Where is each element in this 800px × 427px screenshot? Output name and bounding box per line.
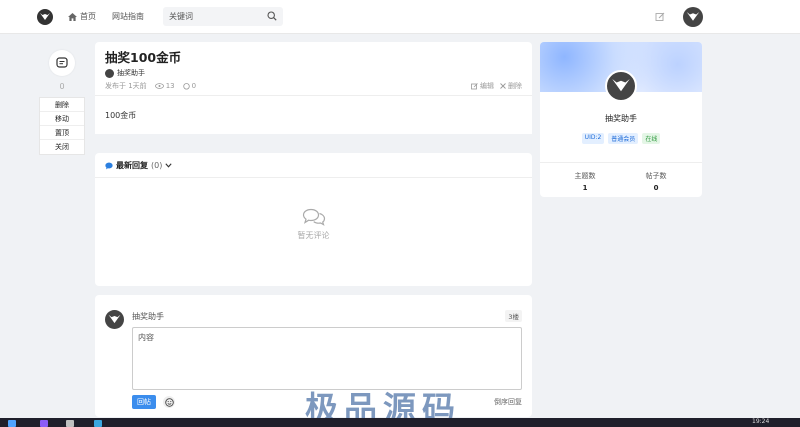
post-content: 100金币 xyxy=(95,95,532,134)
uid-badge: UID:2 xyxy=(581,133,605,144)
app-icon[interactable] xyxy=(40,420,48,427)
group-badge: 普通会员 xyxy=(608,133,639,144)
folder-icon[interactable] xyxy=(66,420,74,427)
comments-count: 0 xyxy=(191,82,197,90)
replies-divider xyxy=(95,177,532,178)
browser-icon[interactable] xyxy=(94,420,102,427)
post-title: 抽奖100金币 xyxy=(105,50,182,65)
admin-menu: 删除 移动 置顶 关闭 xyxy=(39,97,85,155)
clock: 19:24 xyxy=(752,418,770,425)
post-meta: 发布于 1天前 13 0 xyxy=(105,81,196,91)
start-icon[interactable] xyxy=(8,420,16,427)
close-icon xyxy=(500,83,506,89)
profile-divider xyxy=(540,162,702,163)
comment-button[interactable] xyxy=(49,50,75,76)
comments-icon xyxy=(302,208,325,226)
replies-title: 最新回复 xyxy=(116,161,148,170)
post-actions: 编辑 删除 xyxy=(471,81,522,91)
threads-value: 1 xyxy=(582,184,588,192)
author-avatar xyxy=(105,68,114,78)
reverse-order-toggle[interactable]: 倒序回复 xyxy=(494,397,522,407)
views-stat: 13 xyxy=(154,82,175,90)
nav-guide-link[interactable]: 网站指南 xyxy=(112,11,144,22)
site-logo[interactable] xyxy=(37,9,53,25)
comment-icon xyxy=(56,57,68,68)
replies-card: 最新回复 (0) 暂无评论 xyxy=(95,153,532,286)
post-author[interactable]: 抽奖助手 xyxy=(105,68,145,78)
profile-avatar[interactable] xyxy=(605,70,637,102)
author-name: 抽奖助手 xyxy=(117,69,145,77)
composer-avatar xyxy=(105,310,124,329)
comment-count: 0 xyxy=(59,82,65,91)
author-profile-card: 抽奖助手 UID:2 普通会员 在线 主题数 1 帖子数 0 xyxy=(540,42,702,197)
profile-tags: UID:2 普通会员 在线 xyxy=(540,133,702,144)
home-icon xyxy=(68,12,77,21)
floor-tag: 3楼 xyxy=(505,310,522,322)
top-navbar: 首页 网站指南 xyxy=(0,0,800,34)
views-count: 13 xyxy=(165,82,175,90)
emoji-button[interactable] xyxy=(163,396,175,408)
edit-button[interactable]: 编辑 xyxy=(471,81,494,91)
search-box xyxy=(163,7,283,26)
reply-textarea[interactable] xyxy=(132,327,522,390)
delete-button[interactable]: 删除 xyxy=(500,81,522,91)
posts-label: 帖子数 xyxy=(645,172,667,180)
user-avatar[interactable] xyxy=(683,7,703,27)
edit-label: 编辑 xyxy=(480,82,494,90)
move-action[interactable]: 移动 xyxy=(40,112,84,126)
delete-label: 删除 xyxy=(508,82,522,90)
posts-value: 0 xyxy=(653,184,659,192)
empty-text: 暂无评论 xyxy=(297,231,330,240)
nav-guide-label: 网站指南 xyxy=(112,12,144,21)
search-input[interactable] xyxy=(169,12,264,21)
close-action[interactable]: 关闭 xyxy=(40,140,84,154)
replies-count: (0) xyxy=(151,161,163,170)
chat-icon xyxy=(105,162,113,169)
os-taskbar: 19:24 xyxy=(0,418,800,427)
post-time: 发布于 1天前 xyxy=(105,82,147,90)
replies-header[interactable]: 最新回复 (0) xyxy=(105,160,172,171)
smile-icon xyxy=(164,397,174,407)
post-side-panel: 0 删除 移动 置顶 关闭 xyxy=(39,50,85,155)
online-badge: 在线 xyxy=(642,133,661,144)
empty-state: 暂无评论 xyxy=(95,208,532,241)
post-content-text: 100金币 xyxy=(105,111,137,120)
pin-action[interactable]: 置顶 xyxy=(40,126,84,140)
submit-reply-button[interactable]: 回帖 xyxy=(132,395,156,409)
threads-stat: 主题数 1 xyxy=(555,171,615,192)
edit-icon xyxy=(471,82,478,89)
comment-bubble-icon xyxy=(182,82,190,89)
delete-action[interactable]: 删除 xyxy=(40,98,84,112)
edit-post-icon[interactable] xyxy=(655,12,665,22)
profile-name: 抽奖助手 xyxy=(605,114,637,123)
comments-stat: 0 xyxy=(182,82,197,90)
chevron-down-icon xyxy=(165,163,172,168)
posts-stat: 帖子数 0 xyxy=(626,171,686,192)
composer-username: 抽奖助手 xyxy=(132,312,164,321)
search-icon[interactable] xyxy=(267,11,277,21)
eye-icon xyxy=(154,83,164,89)
threads-label: 主题数 xyxy=(574,172,596,180)
nav-home-label: 首页 xyxy=(80,12,96,21)
nav-home-link[interactable]: 首页 xyxy=(68,11,96,22)
